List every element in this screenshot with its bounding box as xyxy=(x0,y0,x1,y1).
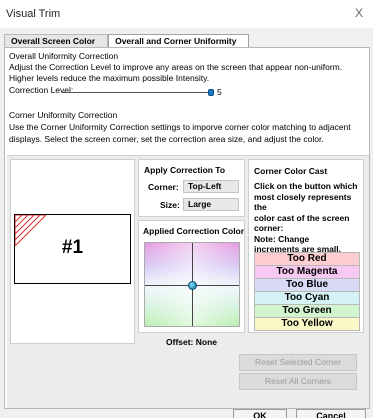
cast-desc-line: corner: xyxy=(254,223,284,233)
too-magenta-button[interactable]: Too Magenta xyxy=(254,265,360,279)
corner-color-cast-heading: Corner Color Cast xyxy=(254,166,328,176)
uniformity-desc-2: Higher levels reduce the maximum possibl… xyxy=(9,73,210,83)
too-green-button[interactable]: Too Green xyxy=(254,304,360,318)
cast-desc-line: Note: Change xyxy=(254,233,310,244)
corner-settings-area: #1 Apply Correction To Corner: Top-Left … xyxy=(7,155,369,408)
cast-desc-line: most closely represents the xyxy=(254,191,352,213)
corner-color-cast-box: Corner Color Cast Click on the button wh… xyxy=(248,159,364,333)
correction-level-value: 5 xyxy=(217,87,222,97)
corner-label: Corner: xyxy=(148,182,179,192)
size-label: Size: xyxy=(160,200,180,210)
correction-level-thumb[interactable] xyxy=(208,89,214,96)
applied-correction-color-heading: Applied Correction Color xyxy=(143,226,245,236)
window-title: Visual Trim xyxy=(6,8,61,20)
apply-correction-box: Apply Correction To Corner: Top-Left Siz… xyxy=(138,159,245,217)
tab-strip: Overall Screen Color Overall and Corner … xyxy=(4,34,250,48)
color-field-marker[interactable] xyxy=(188,281,197,290)
too-red-button[interactable]: Too Red xyxy=(254,252,360,266)
corner-select[interactable]: Top-Left xyxy=(183,180,239,193)
uniformity-desc-1: Adjust the Correction Level to improve a… xyxy=(9,62,343,72)
tab-panel: Overall Uniformity Correction Adjust the… xyxy=(4,47,370,409)
correction-level-label: Correction Level: xyxy=(9,85,74,95)
correction-level-slider[interactable] xyxy=(63,92,211,93)
cancel-button[interactable]: Cancel xyxy=(296,409,366,418)
title-bar: Visual Trim X xyxy=(0,0,373,28)
uniformity-heading: Overall Uniformity Correction xyxy=(9,51,119,61)
close-icon[interactable]: X xyxy=(355,6,363,20)
cast-desc-line: Click on the button which xyxy=(254,181,358,191)
screen-preview: #1 xyxy=(14,214,131,284)
offset-readout: Offset: None xyxy=(166,337,217,347)
reset-selected-corner-button[interactable]: Reset Selected Corner xyxy=(239,354,357,371)
apply-correction-heading: Apply Correction To xyxy=(144,165,226,175)
applied-correction-color-box: Applied Correction Color xyxy=(138,220,245,333)
ok-button[interactable]: OK xyxy=(233,409,287,418)
cast-desc-line: color cast of the screen xyxy=(254,212,350,223)
corner-uniformity-desc-1: Use the Corner Uniformity Correction set… xyxy=(9,122,351,132)
too-blue-button[interactable]: Too Blue xyxy=(254,278,360,292)
screen-number-label: #1 xyxy=(61,237,84,258)
too-yellow-button[interactable]: Too Yellow xyxy=(254,317,360,331)
corner-uniformity-desc-2: displays. Select the screen corner, set … xyxy=(9,134,324,144)
reset-all-corners-button[interactable]: Reset All Corners xyxy=(239,373,357,390)
corner-uniformity-heading: Corner Uniformity Correction xyxy=(9,110,118,120)
too-cyan-button[interactable]: Too Cyan xyxy=(254,291,360,305)
corner-color-cast-description: Click on the button which most closely r… xyxy=(254,181,362,255)
correction-color-field[interactable] xyxy=(144,242,240,327)
tab-overall-screen-color[interactable]: Overall Screen Color xyxy=(4,34,109,48)
size-select[interactable]: Large xyxy=(183,198,239,211)
tab-overall-and-corner-uniformity[interactable]: Overall and Corner Uniformity xyxy=(108,34,250,48)
screen-preview-box: #1 xyxy=(10,159,135,344)
